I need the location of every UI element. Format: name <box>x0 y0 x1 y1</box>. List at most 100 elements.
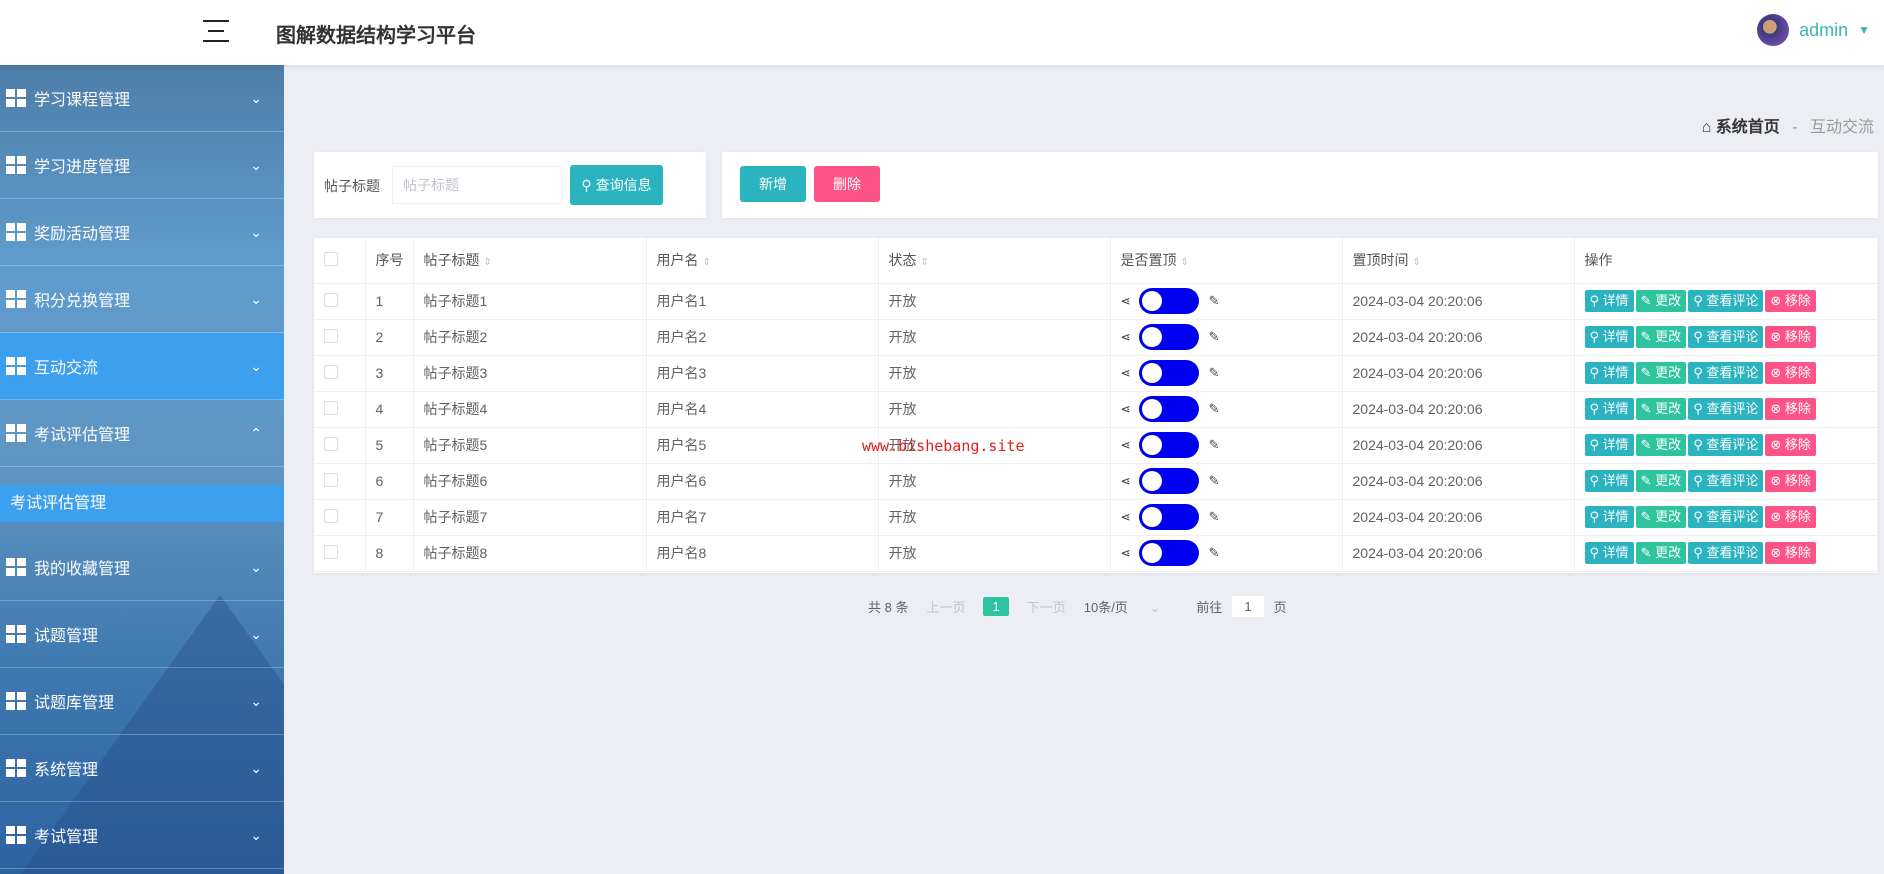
title-search-input[interactable] <box>392 166 562 204</box>
row-action-detail-button[interactable]: ⚲ 详情 <box>1584 506 1634 528</box>
row-action-remove-button[interactable]: ⊗ 移除 <box>1765 506 1816 528</box>
goto-page-input[interactable]: 1 <box>1232 596 1264 617</box>
sort-icon[interactable]: ⇕ <box>1181 257 1189 268</box>
edit-pen-icon[interactable]: ✎ <box>1209 473 1220 488</box>
pin-toggle[interactable] <box>1138 432 1199 458</box>
row-action-remove-button[interactable]: ⊗ 移除 <box>1765 398 1816 420</box>
row-action-comments-button[interactable]: ⚲ 查看评论 <box>1688 326 1764 348</box>
row-action-comments-button[interactable]: ⚲ 查看评论 <box>1688 542 1764 564</box>
pin-toggle[interactable] <box>1138 288 1199 314</box>
row-action-remove-button[interactable]: ⊗ 移除 <box>1765 434 1816 456</box>
share-icon[interactable]: ⋖ <box>1121 438 1131 452</box>
page-1-button[interactable]: 1 <box>983 597 1009 616</box>
column-header[interactable]: 置顶时间 ⇕ <box>1342 238 1575 284</box>
share-icon[interactable]: ⋖ <box>1121 330 1131 344</box>
pin-toggle[interactable] <box>1138 360 1199 386</box>
sidebar-item-9[interactable]: 系统管理 ⌄ <box>0 735 284 802</box>
row-checkbox[interactable] <box>324 400 338 415</box>
column-header[interactable]: 是否置顶 ⇕ <box>1110 238 1343 284</box>
prev-page-button[interactable]: 上一页 <box>926 597 965 616</box>
query-button[interactable]: ⚲ 查询信息 <box>570 165 663 205</box>
edit-pen-icon[interactable]: ✎ <box>1209 545 1220 560</box>
user-menu[interactable]: admin ▼ <box>1757 14 1870 46</box>
row-action-edit-button[interactable]: ✎ 更改 <box>1635 470 1687 492</box>
next-page-button[interactable]: 下一页 <box>1027 597 1066 616</box>
row-checkbox[interactable] <box>324 436 338 451</box>
sidebar-item-2[interactable]: 奖励活动管理 ⌄ <box>0 199 284 266</box>
row-action-remove-button[interactable]: ⊗ 移除 <box>1765 326 1816 348</box>
share-icon[interactable]: ⋖ <box>1121 402 1131 416</box>
add-button[interactable]: 新增 <box>740 166 806 202</box>
row-action-comments-button[interactable]: ⚲ 查看评论 <box>1688 434 1764 456</box>
row-action-detail-button[interactable]: ⚲ 详情 <box>1584 362 1634 384</box>
share-icon[interactable]: ⋖ <box>1121 366 1131 380</box>
sidebar-item-4[interactable]: 互动交流 ⌄ <box>0 333 284 400</box>
row-action-detail-button[interactable]: ⚲ 详情 <box>1584 542 1634 564</box>
row-select[interactable] <box>314 283 366 320</box>
row-action-detail-button[interactable]: ⚲ 详情 <box>1584 326 1634 348</box>
share-icon[interactable]: ⋖ <box>1121 546 1131 560</box>
row-action-comments-button[interactable]: ⚲ 查看评论 <box>1688 290 1764 312</box>
breadcrumb-home[interactable]: 系统首页 <box>1716 119 1780 136</box>
sort-icon[interactable]: ⇕ <box>484 257 492 268</box>
row-checkbox[interactable] <box>324 472 338 487</box>
row-select[interactable] <box>314 463 366 500</box>
row-checkbox[interactable] <box>324 544 338 559</box>
row-action-detail-button[interactable]: ⚲ 详情 <box>1584 434 1634 456</box>
sidebar-item-6[interactable]: 我的收藏管理 ⌄ <box>0 534 284 601</box>
sidebar-item-5[interactable]: 考试评估管理 ⌃ <box>0 400 284 467</box>
delete-button[interactable]: 删除 <box>814 166 880 202</box>
row-action-edit-button[interactable]: ✎ 更改 <box>1635 434 1687 456</box>
row-action-edit-button[interactable]: ✎ 更改 <box>1635 542 1687 564</box>
row-action-comments-button[interactable]: ⚲ 查看评论 <box>1688 470 1764 492</box>
row-select[interactable] <box>314 319 366 356</box>
edit-pen-icon[interactable]: ✎ <box>1209 365 1220 380</box>
menu-toggle-icon[interactable] <box>203 20 229 42</box>
share-icon[interactable]: ⋖ <box>1121 474 1131 488</box>
row-action-comments-button[interactable]: ⚲ 查看评论 <box>1688 362 1764 384</box>
row-action-detail-button[interactable]: ⚲ 详情 <box>1584 470 1634 492</box>
page-size-select[interactable]: 10条/页 ⌄ <box>1084 597 1179 616</box>
sidebar-item-7[interactable]: 试题管理 ⌄ <box>0 601 284 668</box>
row-action-edit-button[interactable]: ✎ 更改 <box>1635 506 1687 528</box>
row-action-edit-button[interactable]: ✎ 更改 <box>1635 290 1687 312</box>
row-action-remove-button[interactable]: ⊗ 移除 <box>1765 470 1816 492</box>
pin-toggle[interactable] <box>1138 468 1199 494</box>
edit-pen-icon[interactable]: ✎ <box>1209 329 1220 344</box>
column-header[interactable]: 用户名 ⇕ <box>646 238 879 284</box>
row-action-remove-button[interactable]: ⊗ 移除 <box>1765 542 1816 564</box>
select-all-checkbox[interactable] <box>324 251 338 266</box>
share-icon[interactable]: ⋖ <box>1121 294 1131 308</box>
row-select[interactable] <box>314 391 366 428</box>
sidebar-item-1[interactable]: 学习进度管理 ⌄ <box>0 132 284 199</box>
share-icon[interactable]: ⋖ <box>1121 510 1131 524</box>
pin-toggle[interactable] <box>1138 540 1199 566</box>
sidebar-item-0[interactable]: 学习课程管理 ⌄ <box>0 65 284 132</box>
row-select[interactable] <box>314 535 366 572</box>
row-action-edit-button[interactable]: ✎ 更改 <box>1635 326 1687 348</box>
row-action-comments-button[interactable]: ⚲ 查看评论 <box>1688 506 1764 528</box>
sidebar-item-3[interactable]: 积分兑换管理 ⌄ <box>0 266 284 333</box>
edit-pen-icon[interactable]: ✎ <box>1209 293 1220 308</box>
row-select[interactable] <box>314 355 366 392</box>
column-header[interactable]: 状态 ⇕ <box>878 238 1111 284</box>
sidebar-item-10[interactable]: 考试管理 ⌄ <box>0 802 284 869</box>
row-select[interactable] <box>314 427 366 464</box>
row-checkbox[interactable] <box>324 328 338 343</box>
sort-icon[interactable]: ⇕ <box>703 257 711 268</box>
edit-pen-icon[interactable]: ✎ <box>1209 401 1220 416</box>
edit-pen-icon[interactable]: ✎ <box>1209 437 1220 452</box>
row-action-edit-button[interactable]: ✎ 更改 <box>1635 362 1687 384</box>
row-action-comments-button[interactable]: ⚲ 查看评论 <box>1688 398 1764 420</box>
row-select[interactable] <box>314 499 366 536</box>
row-checkbox[interactable] <box>324 292 338 307</box>
row-action-detail-button[interactable]: ⚲ 详情 <box>1584 290 1634 312</box>
column-header[interactable]: 帖子标题 ⇕ <box>413 238 647 284</box>
row-checkbox[interactable] <box>324 364 338 379</box>
row-action-remove-button[interactable]: ⊗ 移除 <box>1765 362 1816 384</box>
pin-toggle[interactable] <box>1138 396 1199 422</box>
pin-toggle[interactable] <box>1138 504 1199 530</box>
submenu-item-exam-eval[interactable]: 考试评估管理 <box>0 485 284 522</box>
pin-toggle[interactable] <box>1138 324 1199 350</box>
row-action-detail-button[interactable]: ⚲ 详情 <box>1584 398 1634 420</box>
